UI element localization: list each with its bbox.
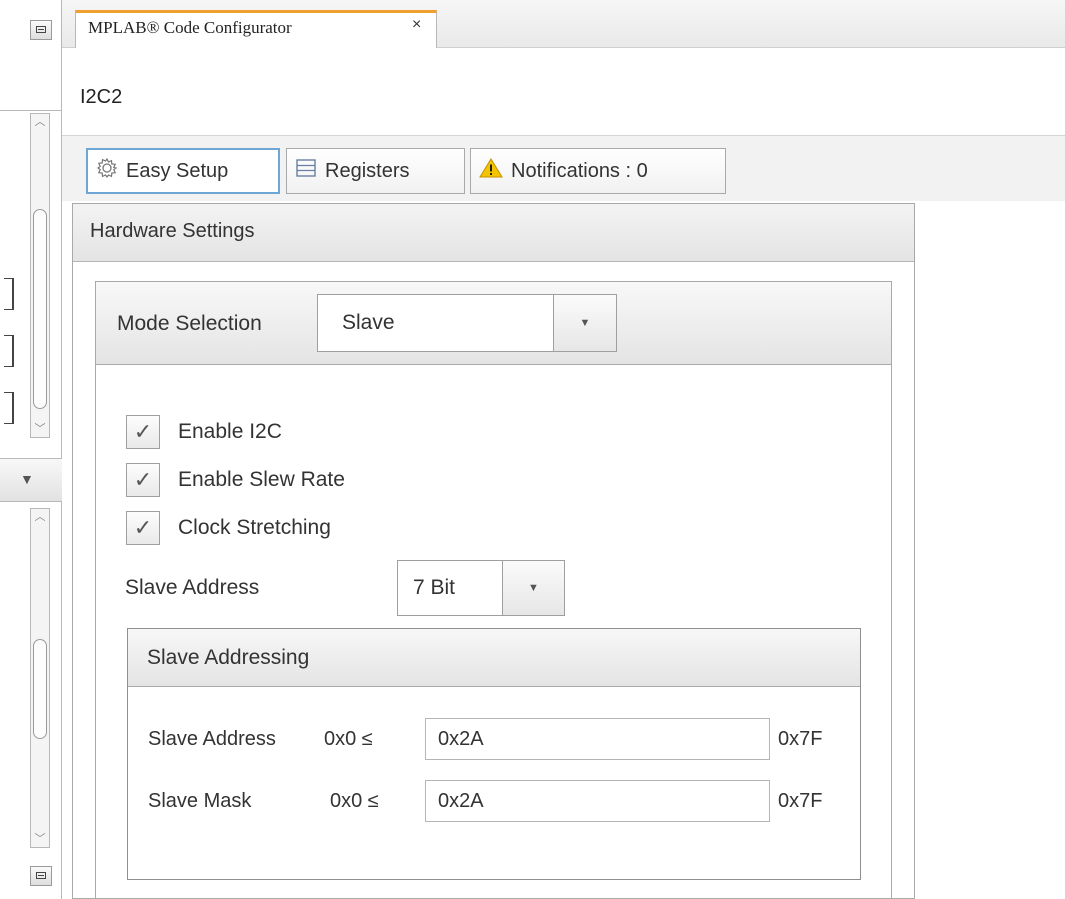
register-list-icon [295, 157, 317, 185]
scroll-down-icon[interactable]: ﹀ [34, 833, 46, 845]
tree-bracket [4, 335, 14, 367]
slave-mask-label: Slave Mask [148, 790, 252, 812]
tab-notifications-label: Notifications : 0 [511, 159, 648, 182]
slave-address-max: 0x7F [778, 728, 823, 750]
slave-address-bits-value: 7 Bit [413, 576, 456, 599]
slave-address-min: 0x0 ≤ [324, 728, 373, 750]
mode-selection-label: Mode Selection [117, 312, 262, 335]
chevron-down-icon[interactable]: ▼ [553, 295, 616, 351]
chevron-down-icon[interactable]: ▼ [502, 561, 564, 615]
tab-registers[interactable]: Registers [286, 148, 465, 194]
gear-icon [96, 157, 118, 185]
clock-stretching-checkbox[interactable]: ✓ [126, 511, 160, 545]
slave-address-mode-label: Slave Address [125, 576, 260, 599]
vertical-scrollbar[interactable]: ︿ ﹀ [30, 113, 50, 438]
tab-registers-label: Registers [325, 159, 410, 182]
scroll-up-icon[interactable]: ︿ [34, 511, 46, 523]
slave-mask-input[interactable]: 0x2A [425, 780, 770, 822]
minimize-button-lower[interactable] [30, 866, 52, 886]
scroll-thumb[interactable] [33, 639, 47, 739]
enable-slew-rate-label: Enable Slew Rate [178, 468, 345, 491]
tree-bracket [4, 278, 14, 310]
close-icon[interactable]: × [412, 16, 421, 34]
tab-easy-setup[interactable]: Easy Setup [86, 148, 280, 194]
clock-stretching-label: Clock Stretching [178, 516, 331, 539]
mode-selection-value: Slave [342, 311, 395, 334]
slave-address-label: Slave Address [148, 728, 276, 750]
slave-mask-min: 0x0 ≤ [330, 790, 379, 812]
page-title: I2C2 [80, 86, 123, 108]
minimize-button[interactable] [30, 20, 52, 40]
document-tab-label[interactable]: MPLAB® Code Configurator [88, 18, 292, 38]
tab-easy-setup-label: Easy Setup [126, 159, 229, 182]
slave-mask-max: 0x7F [778, 790, 823, 812]
enable-slew-rate-checkbox[interactable]: ✓ [126, 463, 160, 497]
scroll-thumb[interactable] [33, 209, 47, 409]
dropdown-arrow-icon[interactable]: ▼ [20, 471, 34, 487]
enable-i2c-checkbox[interactable]: ✓ [126, 415, 160, 449]
tab-notifications[interactable]: Notifications : 0 [470, 148, 726, 194]
divider [0, 110, 62, 111]
slave-address-input[interactable]: 0x2A [425, 718, 770, 760]
pane-toolbar: ▼ [0, 458, 62, 502]
vertical-scrollbar-lower[interactable]: ︿ ﹀ [30, 508, 50, 848]
tree-bracket [4, 392, 14, 424]
warning-icon [479, 157, 503, 185]
slave-address-bits-dropdown[interactable]: 7 Bit ▼ [397, 560, 565, 616]
slave-addressing-title: Slave Addressing [147, 646, 310, 669]
left-pane: ︿ ﹀ ▼ ︿ ﹀ [0, 0, 62, 899]
scroll-down-icon[interactable]: ﹀ [34, 423, 46, 435]
hardware-settings-title: Hardware Settings [90, 220, 255, 242]
scroll-up-icon[interactable]: ︿ [34, 116, 46, 128]
mode-selection-dropdown[interactable]: Slave ▼ [317, 294, 617, 352]
enable-i2c-label: Enable I2C [178, 420, 282, 443]
